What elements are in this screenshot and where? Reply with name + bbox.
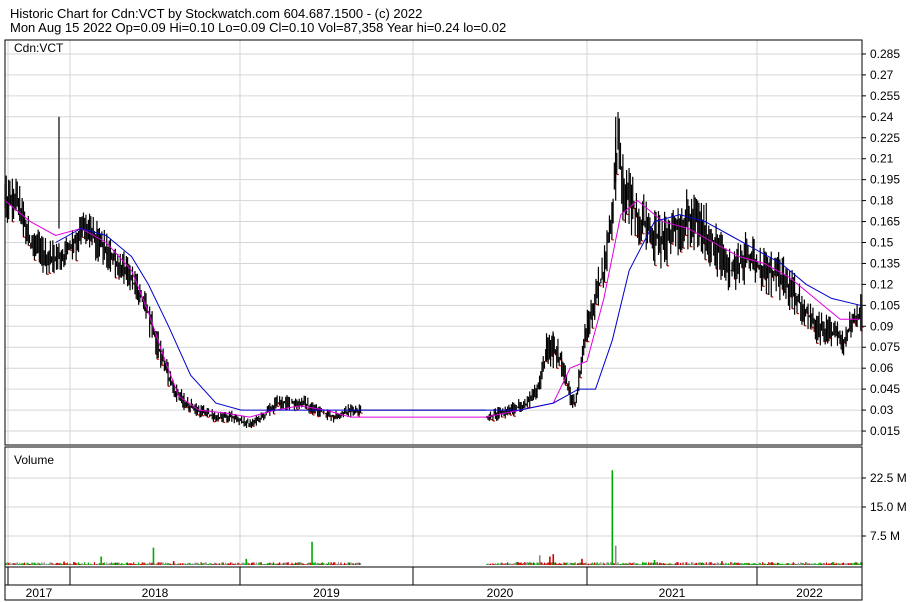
price-tick-label: 0.045 bbox=[870, 382, 900, 396]
year-label: 2019 bbox=[313, 586, 340, 600]
moving-averages bbox=[4, 199, 861, 418]
price-axis-labels: 0.285 0.27 0.255 0.24 0.225 0.21 0.195 0.18 0.16… bbox=[870, 47, 900, 438]
short-moving-average bbox=[4, 199, 861, 418]
chart-frames bbox=[4, 39, 863, 601]
price-tick-label: 0.225 bbox=[870, 131, 900, 145]
long-moving-average bbox=[55, 214, 861, 411]
volume-tick-label: 22.5 M bbox=[870, 471, 907, 485]
price-tick-label: 0.135 bbox=[870, 256, 900, 270]
year-label: 2021 bbox=[659, 586, 686, 600]
volume-panel-title: Volume bbox=[14, 453, 54, 467]
price-tick-label: 0.285 bbox=[870, 47, 900, 61]
price-tick-label: 0.075 bbox=[870, 340, 900, 354]
price-tick-label: 0.015 bbox=[870, 424, 900, 438]
year-label: 2022 bbox=[796, 586, 823, 600]
price-panel-title: Cdn:VCT bbox=[14, 41, 64, 55]
year-label: 2017 bbox=[26, 586, 53, 600]
volume-tick-label: 15.0 M bbox=[870, 500, 907, 514]
volume-grid bbox=[5, 447, 866, 567]
price-grid bbox=[5, 40, 866, 445]
year-label: 2020 bbox=[487, 586, 514, 600]
price-tick-label: 0.15 bbox=[870, 236, 894, 250]
price-tick-label: 0.09 bbox=[870, 319, 894, 333]
year-label: 2018 bbox=[142, 586, 169, 600]
volume-tick-label: 7.5 M bbox=[870, 529, 900, 543]
price-tick-label: 0.21 bbox=[870, 152, 894, 166]
price-tick-label: 0.255 bbox=[870, 89, 900, 103]
volume-bars bbox=[4, 470, 863, 565]
price-tick-label: 0.03 bbox=[870, 403, 894, 417]
axis-panel-frame bbox=[4, 566, 863, 601]
price-tick-label: 0.18 bbox=[870, 194, 894, 208]
price-tick-label: 0.195 bbox=[870, 173, 900, 187]
price-tick-label: 0.27 bbox=[870, 68, 894, 82]
price-tick-label: 0.105 bbox=[870, 298, 900, 312]
price-tick-label: 0.12 bbox=[870, 277, 894, 291]
year-axis: 2017 2018 2019 2020 2021 2022 bbox=[7, 567, 823, 600]
price-bars bbox=[4, 111, 864, 429]
stock-chart: 0.285 0.27 0.255 0.24 0.225 0.21 0.195 0.18 0.16… bbox=[4, 39, 907, 601]
price-tick-label: 0.165 bbox=[870, 215, 900, 229]
volume-axis-labels: 22.5 M 15.0 M 7.5 M bbox=[870, 471, 907, 543]
price-tick-label: 0.24 bbox=[870, 110, 894, 124]
price-tick-label: 0.06 bbox=[870, 361, 894, 375]
